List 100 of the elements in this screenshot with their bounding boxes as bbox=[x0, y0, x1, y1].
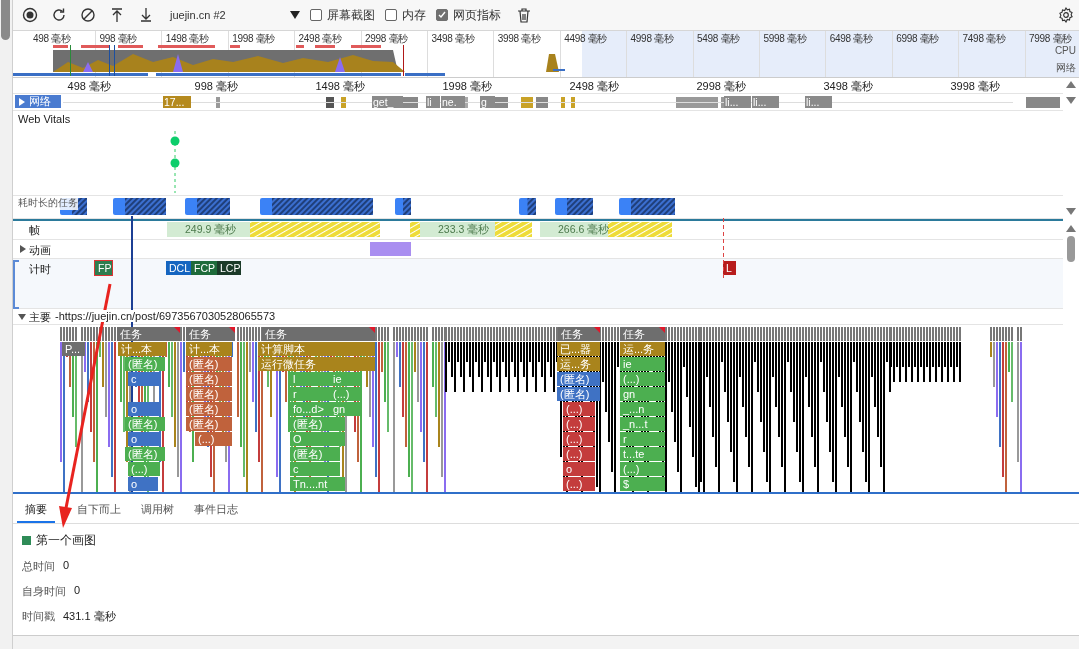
flame-block[interactable]: o bbox=[128, 432, 160, 446]
flame-block[interactable]: o bbox=[563, 462, 595, 476]
flame-block[interactable]: 计算脚本 bbox=[258, 342, 375, 356]
timing-marker[interactable]: FCP bbox=[191, 261, 217, 275]
flame-block[interactable]: (匿名) bbox=[557, 387, 600, 401]
checkbox-label: 屏幕截图 bbox=[327, 7, 375, 23]
flame-block[interactable]: (...) bbox=[195, 432, 232, 446]
scroll-up-icon[interactable] bbox=[1066, 81, 1076, 88]
network-request[interactable]: g bbox=[480, 96, 495, 108]
scrollbar-thumb[interactable] bbox=[1067, 236, 1075, 262]
flame-block[interactable]: o bbox=[128, 402, 160, 416]
flame-block[interactable]: (匿名) bbox=[290, 417, 345, 431]
scroll-up-icon[interactable] bbox=[1066, 225, 1076, 232]
flame-block[interactable]: (...) bbox=[563, 417, 595, 431]
download-icon[interactable] bbox=[138, 7, 154, 23]
flame-block[interactable]: ie bbox=[620, 357, 665, 371]
track-title: 计时 bbox=[29, 262, 51, 277]
flame-block[interactable]: (匿名) bbox=[125, 417, 165, 431]
network-request[interactable]: li... bbox=[752, 96, 779, 108]
frame-segment[interactable]: 233.3 毫秒 bbox=[420, 222, 495, 237]
flame-block[interactable]: r bbox=[620, 432, 665, 446]
dropdown-icon[interactable] bbox=[290, 11, 300, 19]
flame-block[interactable]: (...) bbox=[128, 462, 160, 476]
network-request[interactable]: li bbox=[426, 96, 440, 108]
flame-block[interactable]: (...) bbox=[620, 372, 665, 386]
flame-block[interactable]: t...te bbox=[620, 447, 665, 461]
reload-icon[interactable] bbox=[51, 7, 67, 23]
track-header[interactable]: 网络 bbox=[15, 95, 61, 108]
flame-block[interactable]: (匿名) bbox=[125, 357, 165, 371]
flame-block[interactable]: gn bbox=[620, 387, 665, 401]
collapse-icon[interactable] bbox=[18, 313, 26, 321]
flame-block[interactable]: $ bbox=[620, 477, 665, 491]
clear-icon[interactable] bbox=[80, 7, 96, 23]
flame-block[interactable]: fo...d> bbox=[290, 402, 330, 416]
flame-block[interactable]: 任务 bbox=[262, 327, 375, 341]
flame-block[interactable]: (匿名) bbox=[557, 372, 600, 386]
network-request[interactable]: 17... bbox=[163, 96, 191, 108]
timing-marker[interactable]: L bbox=[723, 261, 736, 275]
flame-block[interactable]: ie bbox=[330, 372, 360, 386]
flame-block[interactable]: 运...务 bbox=[620, 342, 665, 356]
network-request[interactable]: li... bbox=[805, 96, 832, 108]
flame-block[interactable]: 计...本 bbox=[186, 342, 232, 356]
frame-segment[interactable]: 266.6 毫秒 bbox=[540, 222, 608, 237]
network-request[interactable]: li... bbox=[724, 96, 751, 108]
flame-block[interactable]: r bbox=[290, 387, 330, 401]
flame-block[interactable]: o bbox=[128, 477, 158, 491]
track-title: Web Vitals bbox=[18, 113, 71, 125]
flame-block[interactable]: _n...t bbox=[620, 417, 665, 431]
upload-icon[interactable] bbox=[109, 7, 125, 23]
checkbox-label: 内存 bbox=[402, 7, 426, 23]
flame-block[interactable]: (...) bbox=[563, 402, 595, 416]
track-bracket bbox=[13, 260, 19, 309]
flame-block[interactable]: (...) bbox=[563, 447, 595, 461]
network-request[interactable]: ne. bbox=[441, 96, 465, 108]
details-tab[interactable]: 调用树 bbox=[133, 497, 182, 523]
record-icon[interactable] bbox=[22, 7, 38, 23]
time-tick: 7498 毫秒 bbox=[962, 32, 1006, 46]
flame-block[interactable]: 计...本 bbox=[118, 342, 166, 356]
flame-block[interactable]: (匿名) bbox=[290, 447, 340, 461]
scroll-down-icon[interactable] bbox=[1066, 97, 1076, 104]
time-tick: 1998 毫秒 bbox=[232, 32, 276, 46]
details-tab[interactable]: 摘要 bbox=[17, 497, 55, 523]
network-request[interactable]: get_ bbox=[372, 96, 403, 108]
flame-block[interactable]: l bbox=[290, 372, 330, 386]
timing-marker[interactable]: FP bbox=[95, 261, 112, 275]
flame-block[interactable]: c bbox=[128, 372, 160, 386]
details-tab[interactable]: 事件日志 bbox=[186, 497, 246, 523]
flame-block[interactable]: (...) bbox=[330, 387, 360, 401]
checkbox[interactable] bbox=[310, 9, 322, 21]
flame-block[interactable]: 任务 bbox=[186, 327, 235, 341]
flame-block[interactable]: (...) bbox=[620, 462, 665, 476]
flame-block[interactable]: 任务 bbox=[558, 327, 600, 341]
flame-block[interactable]: Tn....nt bbox=[290, 477, 345, 491]
flame-block[interactable]: 运行微任务 bbox=[258, 357, 375, 371]
scrollbar-thumb[interactable] bbox=[1, 0, 10, 40]
flame-block[interactable]: P... bbox=[62, 342, 85, 356]
flame-block[interactable]: O bbox=[290, 432, 345, 446]
timing-marker[interactable]: DCL bbox=[166, 261, 191, 275]
frame-segment[interactable]: 249.9 毫秒 bbox=[167, 222, 250, 237]
flame-block[interactable]: 任务 bbox=[620, 327, 665, 341]
flame-block[interactable]: _...n bbox=[620, 402, 665, 416]
flame-block[interactable]: gn bbox=[330, 402, 360, 416]
time-tick: 1498 毫秒 bbox=[315, 79, 365, 94]
timing-marker[interactable]: LCP bbox=[217, 261, 241, 275]
time-tick: 2498 毫秒 bbox=[569, 79, 619, 94]
time-tick: 998 毫秒 bbox=[194, 79, 238, 94]
expand-icon[interactable] bbox=[19, 245, 27, 253]
flame-block[interactable]: (匿名) bbox=[125, 447, 165, 461]
time-tick: 1998 毫秒 bbox=[442, 79, 492, 94]
scroll-down-icon[interactable] bbox=[1066, 208, 1076, 215]
flame-block[interactable]: (...) bbox=[563, 477, 595, 491]
flame-block[interactable]: 任务 bbox=[117, 327, 180, 341]
flame-block[interactable]: 运...务 bbox=[557, 357, 600, 371]
flame-block[interactable]: 已...器 bbox=[557, 342, 600, 356]
details-tab[interactable]: 自下而上 bbox=[69, 497, 129, 523]
target-select[interactable]: juejin.cn #2 bbox=[170, 9, 290, 21]
flame-block[interactable]: c bbox=[290, 462, 340, 476]
flame-block[interactable]: (...) bbox=[563, 432, 595, 446]
checkbox[interactable] bbox=[436, 9, 448, 21]
checkbox[interactable] bbox=[385, 9, 397, 21]
